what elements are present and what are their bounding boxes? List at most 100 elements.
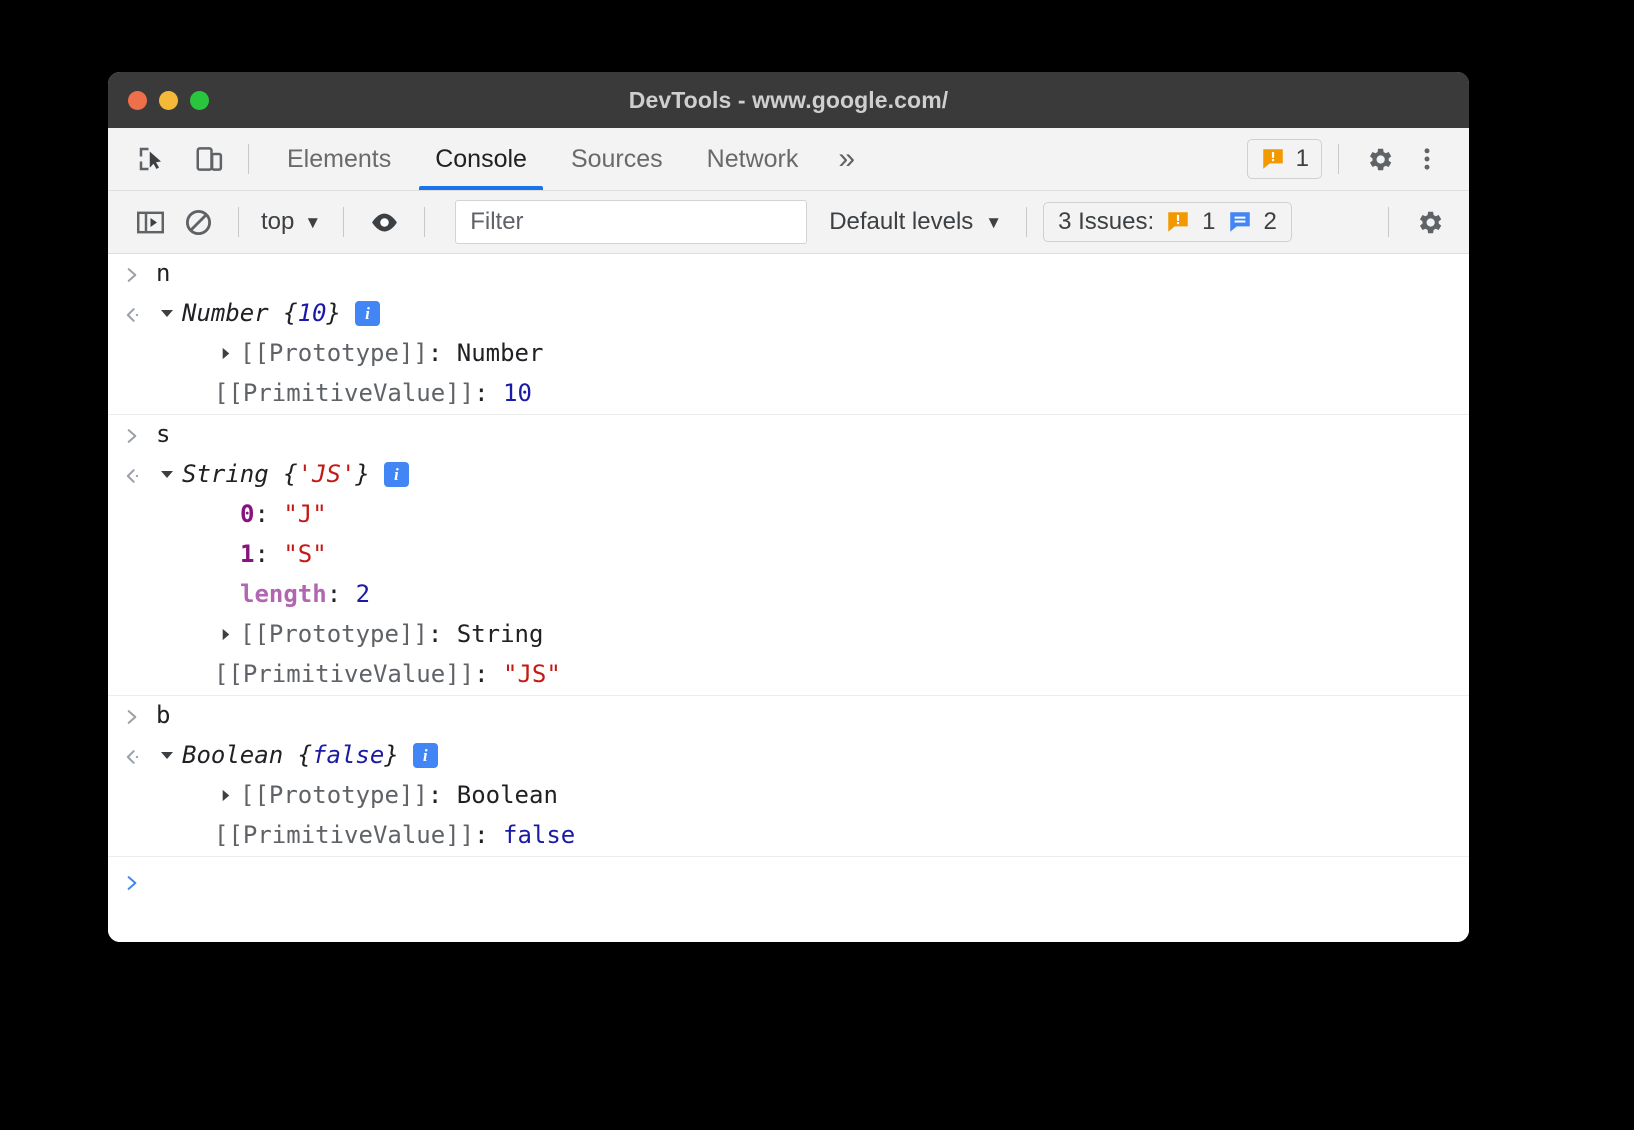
warning-message-icon <box>1260 146 1286 172</box>
log-levels-label: Default levels <box>829 208 973 236</box>
kebab-menu-icon[interactable] <box>1403 135 1451 183</box>
tab-sources-label: Sources <box>571 145 663 174</box>
object-preview-value: false <box>312 741 384 769</box>
property-colon: : <box>474 660 503 688</box>
tab-sources[interactable]: Sources <box>549 128 685 190</box>
property-value: String <box>457 620 544 648</box>
prompt-chevron-icon <box>122 426 142 446</box>
object-property-row[interactable]: [[PrimitiveValue]]: "JS" <box>108 655 1469 695</box>
execution-context-selector[interactable]: top ▼ <box>255 208 327 236</box>
object-property-row[interactable]: 0: "J" <box>108 495 1469 535</box>
info-badge-icon[interactable]: i <box>413 743 438 768</box>
property-colon: : <box>428 781 457 809</box>
disclosure-triangle-open-icon[interactable] <box>156 302 178 324</box>
object-property-row[interactable]: [[PrimitiveValue]]: 10 <box>108 374 1469 414</box>
console-result-row[interactable]: String {'JS'}i <box>108 455 1469 495</box>
property-key: [[Prototype]] <box>240 339 428 367</box>
disclosure-triangle-closed-icon[interactable] <box>214 623 236 645</box>
object-close-brace: } <box>384 741 398 769</box>
maximize-window-button[interactable] <box>190 91 209 110</box>
console-message-list[interactable]: nNumber {10}i[[Prototype]]: Number[[Prim… <box>108 254 1469 942</box>
console-message-group: n Number {10}i[[Prototype]]: Number[[Prim… <box>108 254 1469 415</box>
warning-count-badge[interactable]: 1 <box>1247 139 1322 179</box>
property-gutter <box>108 576 156 614</box>
filter-input[interactable]: Filter <box>455 200 807 244</box>
command-gutter <box>108 697 156 735</box>
close-window-button[interactable] <box>128 91 147 110</box>
console-message-group: bBoolean {false}i[[Prototype]]: Boolean[… <box>108 696 1469 857</box>
console-settings-gear-icon[interactable] <box>1405 198 1453 246</box>
issues-warning-count: 1 <box>1202 208 1215 236</box>
object-property-row[interactable]: [[Prototype]]: String <box>108 615 1469 655</box>
info-badge-icon[interactable]: i <box>384 462 409 487</box>
property-key: 0 <box>240 500 254 528</box>
devtools-tabbar: Elements Console Sources Network » 1 <box>108 128 1469 191</box>
console-command-row[interactable]: b <box>108 696 1469 736</box>
object-property-row[interactable]: [[PrimitiveValue]]: false <box>108 816 1469 856</box>
disclosure-triangle-open-icon[interactable] <box>156 463 178 485</box>
property-key: 1 <box>240 540 254 568</box>
tab-console[interactable]: Console <box>413 128 549 190</box>
console-command-text: n <box>156 259 170 287</box>
gear-icon[interactable] <box>1355 135 1403 183</box>
property-colon: : <box>428 620 457 648</box>
object-close-brace: } <box>355 460 369 488</box>
window-traffic-lights <box>128 72 209 128</box>
property-key: [[PrimitiveValue]] <box>214 660 474 688</box>
device-toolbar-icon[interactable] <box>186 136 232 182</box>
tab-elements[interactable]: Elements <box>265 128 413 190</box>
console-command-row[interactable]: s <box>108 415 1469 455</box>
console-result-row[interactable]: Number {10}i <box>108 294 1469 334</box>
panel-tabs: Elements Console Sources Network » <box>265 128 873 190</box>
object-header[interactable]: Boolean {false}i <box>156 737 1469 773</box>
console-prompt-input[interactable] <box>156 864 1469 900</box>
object-header[interactable]: Number {10}i <box>156 295 1469 331</box>
disclosure-triangle-closed-icon[interactable] <box>214 784 236 806</box>
property-gutter <box>108 777 156 815</box>
console-toolbar-divider-5 <box>1388 207 1389 237</box>
object-header[interactable]: String {'JS'}i <box>156 456 1469 492</box>
property-colon: : <box>474 821 503 849</box>
console-command-text: s <box>156 420 170 448</box>
more-tabs-icon[interactable]: » <box>820 128 873 190</box>
object-open-brace: { <box>269 299 298 327</box>
window-title: DevTools - www.google.com/ <box>108 87 1469 114</box>
issues-summary-button[interactable]: 3 Issues: 1 2 <box>1043 202 1292 242</box>
prompt-chevron-icon <box>122 265 142 285</box>
console-command-row[interactable]: n <box>108 254 1469 294</box>
live-expression-eye-icon[interactable] <box>360 198 408 246</box>
property-gutter <box>108 616 156 654</box>
console-toolbar-divider-2 <box>343 207 344 237</box>
minimize-window-button[interactable] <box>159 91 178 110</box>
object-property-row[interactable]: [[Prototype]]: Boolean <box>108 776 1469 816</box>
console-result-row[interactable]: Boolean {false}i <box>108 736 1469 776</box>
clear-console-icon[interactable] <box>174 198 222 246</box>
property-colon: : <box>327 580 356 608</box>
console-toolbar-divider-3 <box>424 207 425 237</box>
execution-context-label: top <box>261 208 294 236</box>
object-constructor-name: String <box>182 460 269 488</box>
property-colon: : <box>254 500 283 528</box>
object-property-row[interactable]: length: 2 <box>108 575 1469 615</box>
object-property-row[interactable]: [[Prototype]]: Number <box>108 334 1469 374</box>
log-levels-selector[interactable]: Default levels ▼ <box>821 208 1010 236</box>
return-value-chevron-icon <box>122 747 142 767</box>
property-value: "S" <box>283 540 326 568</box>
property-key: [[PrimitiveValue]] <box>214 821 474 849</box>
inspect-element-icon[interactable] <box>128 136 174 182</box>
screenshot-stage: DevTools - www.google.com/ Elements <box>0 0 1634 1130</box>
chevron-down-icon: ▼ <box>304 214 321 231</box>
info-badge-icon[interactable]: i <box>355 301 380 326</box>
tabbar-divider <box>248 144 249 174</box>
disclosure-triangle-closed-icon[interactable] <box>214 342 236 364</box>
tab-network[interactable]: Network <box>685 128 821 190</box>
console-prompt-row[interactable] <box>108 857 1469 907</box>
object-property-row[interactable]: 1: "S" <box>108 535 1469 575</box>
disclosure-triangle-open-icon[interactable] <box>156 744 178 766</box>
property-gutter <box>108 496 156 534</box>
property-value: 10 <box>503 379 532 407</box>
return-value-chevron-icon <box>122 466 142 486</box>
tab-network-label: Network <box>707 145 799 174</box>
info-message-icon-issues <box>1227 209 1253 235</box>
console-sidebar-icon[interactable] <box>126 198 174 246</box>
